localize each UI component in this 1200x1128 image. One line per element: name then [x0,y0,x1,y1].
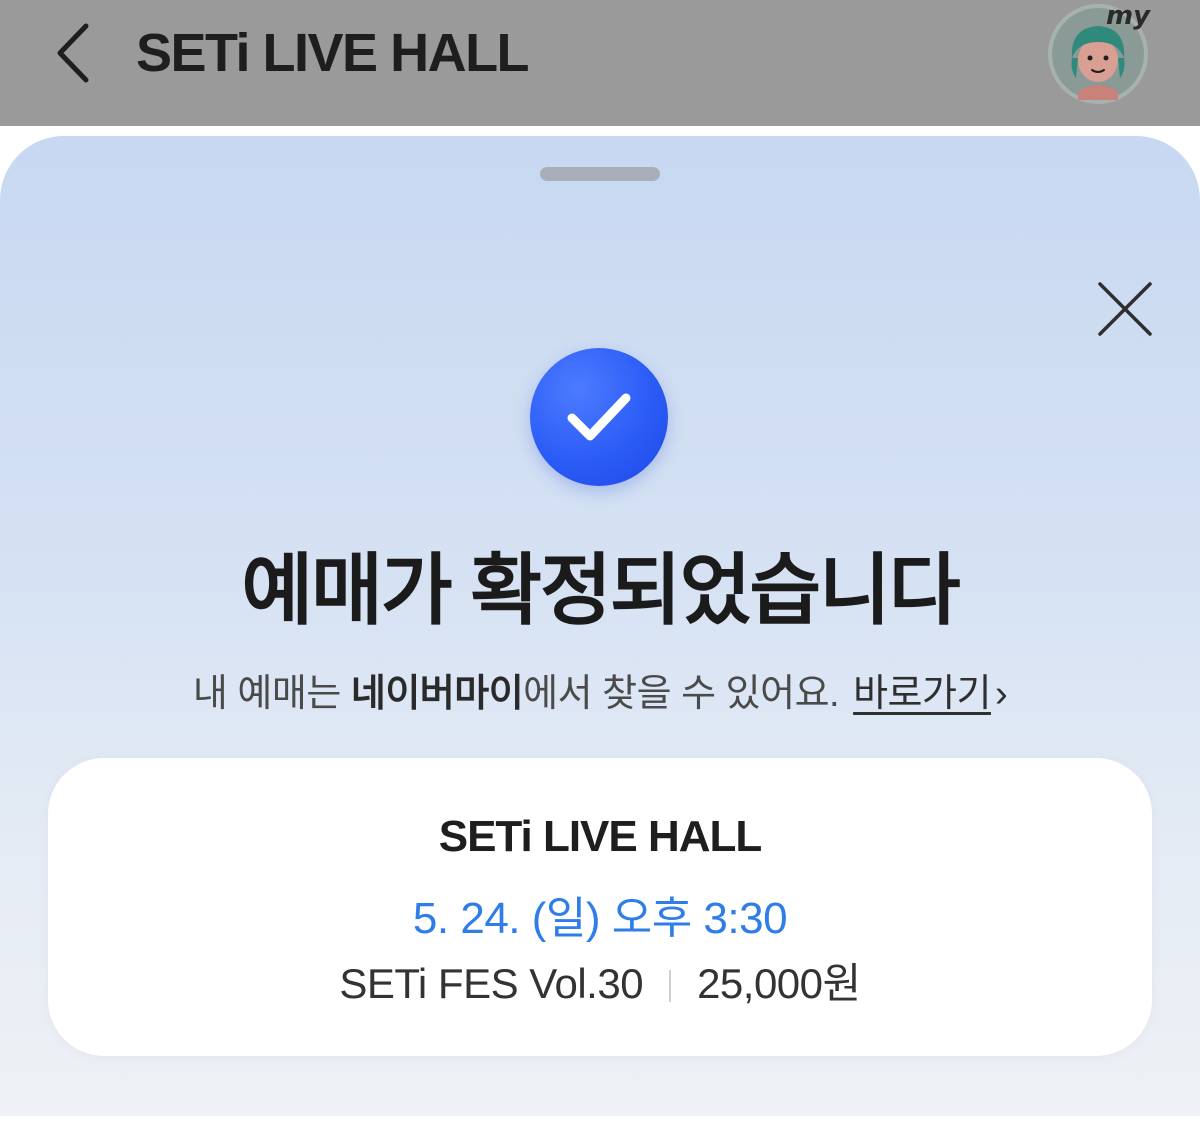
ticket-datetime: 5. 24. (일) 오후 3:30 [412,894,788,943]
ticket-card: SETi LIVE HALL 5. 24. (일) 오후 3:30 SETi F… [48,758,1152,1056]
drag-handle[interactable] [540,167,660,181]
top-header: SETi LIVE HALL my [0,0,1200,126]
naver-my-text: 네이버마이 [350,673,524,715]
ticket-price: 25,000원 [697,960,861,1007]
chevron-right-icon[interactable]: › [995,673,1008,715]
avatar-label: my [1106,2,1151,31]
subtitle-suffix: 에서 찾을 수 있어요. [523,673,840,715]
chevron-left-icon [57,23,89,83]
subtitle-prefix: 내 예매는 [192,673,351,715]
ticket-venue: SETi LIVE HALL [438,812,763,861]
close-icon [1098,282,1152,336]
confirmation-title: 예매가 확정되었습니다 [241,546,960,634]
go-now-link[interactable]: 바로가기 [853,673,991,715]
booking-confirmation-sheet: 예매가 확정되었습니다 내 예매는 네이버마이에서 찾을 수 있어요. 바로가기 ›… [0,136,1200,1116]
success-badge [530,348,668,486]
avatar: my [1048,1,1151,104]
page-title: SETi LIVE HALL [136,23,530,83]
check-icon [567,393,631,441]
back-button[interactable] [50,20,100,86]
ticket-meta: SETi FES Vol.30 25,000원 [48,950,1152,1011]
confirmation-subtitle: 내 예매는 네이버마이에서 찾을 수 있어요. 바로가기 › [0,662,1200,717]
ticket-event-name: SETi FES Vol.30 [339,960,644,1007]
meta-divider [669,970,672,1002]
close-button[interactable] [1094,278,1156,340]
my-profile-button[interactable]: my [1048,1,1152,106]
